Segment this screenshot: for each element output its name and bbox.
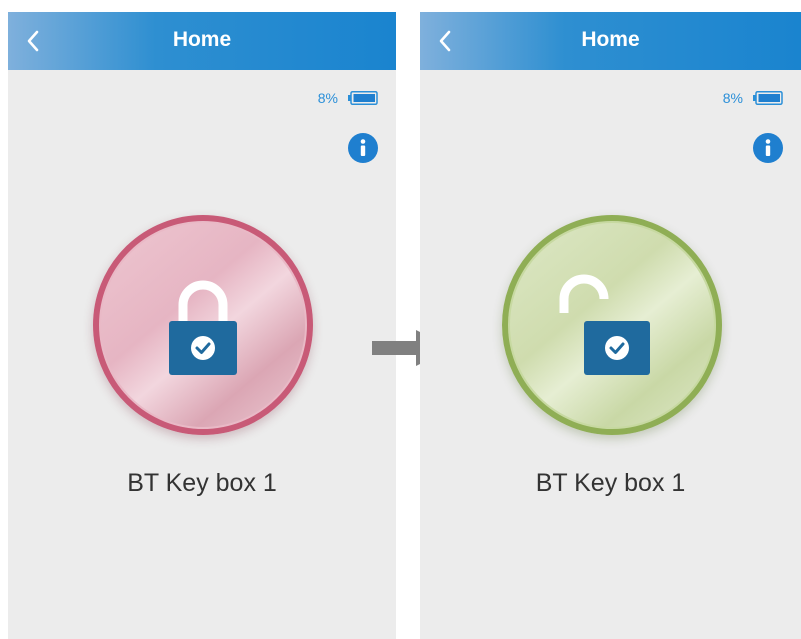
header-bar: Home (8, 12, 396, 70)
phone-screen-unlocked: Home 8% BT Key box 1 (420, 12, 801, 639)
battery-status: 8% (318, 90, 378, 106)
battery-icon (753, 91, 783, 105)
info-button[interactable] (753, 133, 783, 163)
header-bar: Home (420, 12, 801, 70)
lock-closed-icon (169, 280, 237, 375)
battery-percent: 8% (722, 90, 743, 106)
lock-toggle-button[interactable] (502, 215, 722, 435)
lock-toggle-button[interactable] (93, 215, 313, 435)
phone-screen-locked: Home 8% BT Key box 1 (8, 12, 396, 639)
device-name: BT Key box 1 (127, 469, 277, 497)
info-icon (765, 139, 771, 156)
page-title: Home (581, 28, 640, 51)
lock-open-icon (559, 274, 650, 375)
battery-status: 8% (723, 90, 783, 106)
info-icon (360, 139, 366, 156)
page-title: Home (172, 28, 232, 51)
battery-percent: 8% (317, 90, 338, 106)
info-button[interactable] (348, 133, 378, 163)
device-name: BT Key box 1 (535, 469, 686, 497)
battery-icon (348, 91, 378, 105)
